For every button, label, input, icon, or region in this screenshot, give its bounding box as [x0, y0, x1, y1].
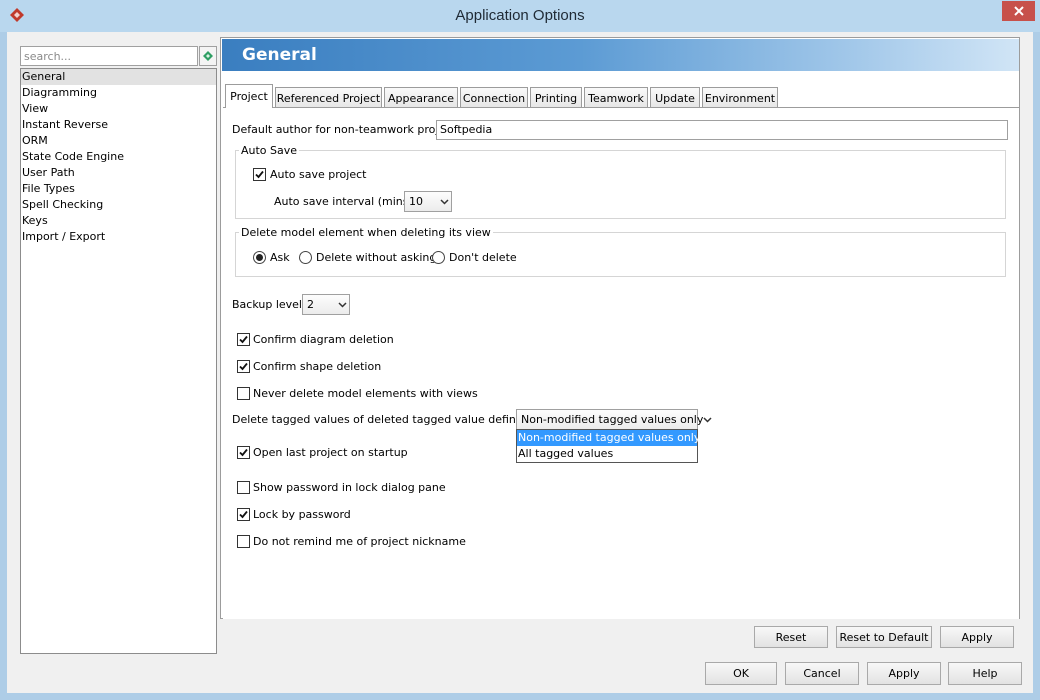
nav-item-state-code-engine[interactable]: State Code Engine: [21, 149, 216, 165]
checkmark-icon: [239, 335, 248, 344]
header-banner: General: [222, 39, 1019, 71]
nav-item-user-path[interactable]: User Path: [21, 165, 216, 181]
dialog-apply-button[interactable]: Apply: [867, 662, 941, 685]
auto-save-group-title: Auto Save: [239, 144, 300, 157]
tab-teamwork[interactable]: Teamwork: [584, 87, 648, 108]
delete-tagged-values-value: Non-modified tagged values only: [521, 413, 704, 426]
no-remind-nickname-label: Do not remind me of project nickname: [253, 535, 466, 548]
auto-save-project-label: Auto save project: [270, 168, 367, 181]
tab-appearance[interactable]: Appearance: [384, 87, 458, 108]
dropdown-option-non-modified[interactable]: Non-modified tagged values only: [517, 430, 700, 446]
default-author-label: Default author for non-teamwork project:: [232, 123, 460, 136]
nav-item-import-export[interactable]: Import / Export: [21, 229, 216, 245]
never-delete-model-elements-checkbox[interactable]: [237, 387, 250, 400]
confirm-shape-deletion-checkbox[interactable]: [237, 360, 250, 373]
dont-delete-label: Don't delete: [449, 251, 517, 264]
lock-by-password-checkbox[interactable]: [237, 508, 250, 521]
confirm-diagram-deletion-label: Confirm diagram deletion: [253, 333, 394, 346]
close-icon: [1013, 6, 1024, 16]
backup-level-select[interactable]: 2: [302, 294, 350, 315]
auto-save-interval-value: 10: [409, 195, 423, 208]
tagged-values-dropdown-list[interactable]: Non-modified tagged values only All tagg…: [516, 429, 700, 463]
checkmark-icon: [239, 448, 248, 457]
tab-project[interactable]: Project: [225, 84, 273, 108]
tab-printing[interactable]: Printing: [530, 87, 582, 108]
window-title: Application Options: [455, 7, 585, 24]
delete-ask-radio[interactable]: [253, 251, 266, 264]
backup-level-label: Backup level :: [232, 298, 310, 311]
radio-selected-dot: [256, 254, 263, 261]
tab-referenced-project[interactable]: Referenced Project: [275, 87, 382, 108]
reset-to-default-button[interactable]: Reset to Default: [836, 626, 932, 648]
search-button[interactable]: [199, 46, 217, 66]
delete-model-group-title: Delete model element when deleting its v…: [239, 226, 493, 239]
cancel-button[interactable]: Cancel: [785, 662, 859, 685]
chevron-down-icon: [703, 416, 712, 423]
nav-item-keys[interactable]: Keys: [21, 213, 216, 229]
tab-update[interactable]: Update: [650, 87, 700, 108]
auto-save-group: [235, 150, 1006, 219]
nav-item-orm[interactable]: ORM: [21, 133, 216, 149]
backup-level-value: 2: [307, 298, 314, 311]
chevron-down-icon: [335, 301, 349, 308]
nav-item-view[interactable]: View: [21, 101, 216, 117]
open-last-project-label: Open last project on startup: [253, 446, 408, 459]
lock-by-password-label: Lock by password: [253, 508, 351, 521]
delete-tagged-values-select[interactable]: Non-modified tagged values only: [516, 409, 712, 430]
nav-item-diagramming[interactable]: Diagramming: [21, 85, 216, 101]
tab-connection[interactable]: Connection: [460, 87, 528, 108]
delete-ask-label: Ask: [270, 251, 290, 264]
category-list[interactable]: General Diagramming View Instant Reverse…: [20, 68, 217, 654]
delete-without-asking-label: Delete without asking: [316, 251, 437, 264]
tab-environment[interactable]: Environment: [702, 87, 778, 108]
auto-save-interval-select[interactable]: 10: [404, 191, 452, 212]
open-last-project-checkbox[interactable]: [237, 446, 250, 459]
default-author-field[interactable]: Softpedia: [436, 120, 1008, 140]
delete-tagged-values-label: Delete tagged values of deleted tagged v…: [232, 413, 553, 426]
confirm-shape-deletion-label: Confirm shape deletion: [253, 360, 382, 373]
nav-item-spell-checking[interactable]: Spell Checking: [21, 197, 216, 213]
reset-button[interactable]: Reset: [754, 626, 828, 648]
dont-delete-radio[interactable]: [432, 251, 445, 264]
checkmark-icon: [255, 170, 264, 179]
panel-apply-button[interactable]: Apply: [940, 626, 1014, 648]
show-password-checkbox[interactable]: [237, 481, 250, 494]
dropdown-option-all-tagged-values[interactable]: All tagged values: [517, 446, 697, 462]
confirm-diagram-deletion-checkbox[interactable]: [237, 333, 250, 346]
show-password-label: Show password in lock dialog pane: [253, 481, 446, 494]
close-window-button[interactable]: [1002, 1, 1035, 21]
auto-save-project-checkbox[interactable]: [253, 168, 266, 181]
ok-button[interactable]: OK: [705, 662, 777, 685]
delete-without-asking-radio[interactable]: [299, 251, 312, 264]
help-button[interactable]: Help: [948, 662, 1022, 685]
auto-save-interval-label: Auto save interval (mins) :: [274, 195, 420, 208]
nav-item-general[interactable]: General: [21, 69, 216, 85]
chevron-down-icon: [437, 198, 451, 205]
nav-item-file-types[interactable]: File Types: [21, 181, 216, 197]
never-delete-model-elements-label: Never delete model elements with views: [253, 387, 478, 400]
nav-item-instant-reverse[interactable]: Instant Reverse: [21, 117, 216, 133]
checkmark-icon: [239, 510, 248, 519]
no-remind-nickname-checkbox[interactable]: [237, 535, 250, 548]
search-input[interactable]: [20, 46, 198, 66]
page-title: General: [242, 45, 317, 65]
search-go-icon: [203, 51, 213, 61]
checkmark-icon: [239, 362, 248, 371]
